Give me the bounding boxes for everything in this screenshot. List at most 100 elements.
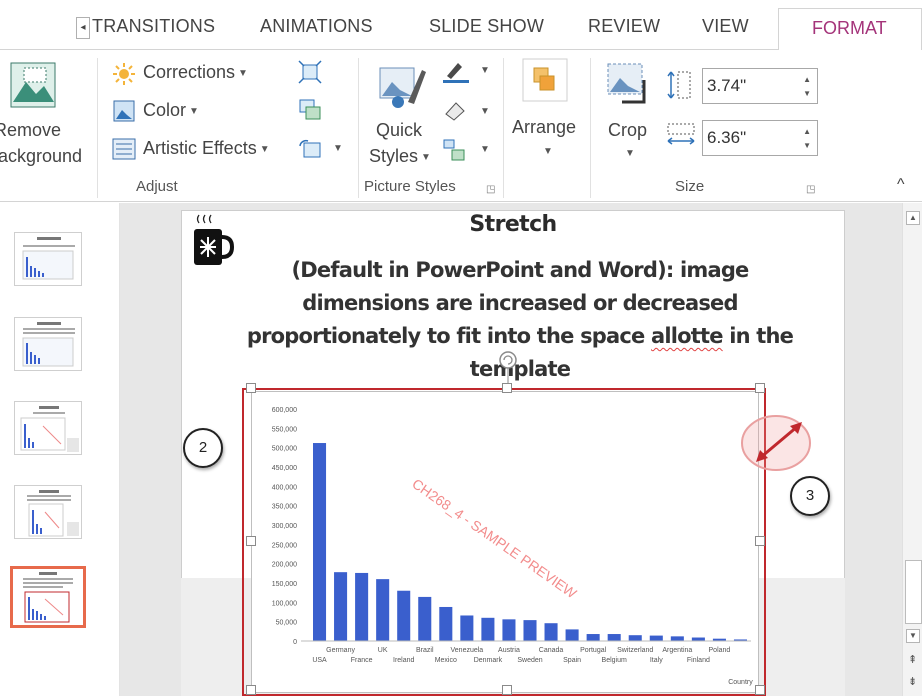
tab-review[interactable]: REVIEW [588,16,660,37]
chart-bar [649,635,663,641]
resize-handle-top-right[interactable] [755,383,765,393]
tab-format-label: FORMAT [812,18,887,38]
tab-scroll-left-button[interactable]: ◂ [76,17,90,39]
spinner-up-icon[interactable]: ▲ [803,127,811,136]
change-picture-icon[interactable] [298,98,322,122]
chart-bar [355,572,369,641]
x-tick-label: UK [378,647,388,654]
y-tick-label: 0 [293,639,297,646]
resize-handle-bottom-left[interactable] [246,685,256,695]
color-label: Color [143,100,187,120]
size-group-label: Size [675,178,705,195]
sample-preview-watermark: CH268_4 - SAMPLE PREVIEW [409,475,580,601]
chart-bar [628,635,642,641]
chevron-down-icon: ▼ [480,65,490,76]
chart-bar [481,617,495,641]
y-tick-label: 550,000 [272,426,297,433]
picture-layout-icon [443,139,465,161]
slide-thumbnail-preview [22,237,75,280]
resize-handle-right[interactable] [755,536,765,546]
tab-slide-show[interactable]: SLIDE SHOW [429,16,544,37]
slide-thumbnail[interactable] [14,401,82,455]
tab-view[interactable]: VIEW [702,16,749,37]
compress-pictures-icon[interactable] [298,60,322,84]
bar-chart: 0 50,000 100,000 150,000 200,000 250,000 300,0… [272,407,754,686]
arrange-icon [522,58,568,102]
callout-number-2: 2 [183,428,223,468]
slide-thumbnail-pane [0,203,120,696]
dialog-launcher-icon[interactable]: ◳ [806,184,815,195]
quick-styles-icon [379,67,426,108]
dialog-launcher-icon[interactable]: ◳ [486,184,495,195]
slide-body-text[interactable]: (Default in PowerPoint and Word): image … [225,254,815,386]
chevron-down-icon: ▼ [625,148,635,159]
resize-handle-bottom[interactable] [502,685,512,695]
chart-bar [586,634,600,641]
x-tick-label: France [351,657,373,664]
slide-thumbnail[interactable] [14,232,82,286]
slide-thumbnail-preview [27,490,79,537]
y-tick-label: 400,000 [272,484,297,491]
y-tick-label: 150,000 [272,581,297,588]
remove-background-label-2: Background [0,146,83,166]
resize-handle-top[interactable] [502,383,512,393]
slide-thumbnail[interactable] [14,485,82,539]
y-tick-label: 250,000 [272,542,297,549]
chevron-down-icon: ▼ [480,144,490,155]
spinner-up-icon[interactable]: ▲ [803,75,811,84]
adjust-group-label: Adjust [136,178,178,195]
scrollbar-thumb[interactable] [905,560,922,624]
shape-height-value: 3.74" [707,76,747,95]
crop-icon [607,63,646,104]
chart-bar [523,620,537,641]
slide-title[interactable]: Stretch [181,212,845,237]
reset-picture-icon [299,139,321,158]
corrections-label: Corrections [143,62,236,82]
scroll-up-icon[interactable]: ▲ [906,211,920,225]
resize-handle-bottom-right[interactable] [755,685,765,695]
next-slide-icon[interactable]: ⇟ [908,677,917,688]
slide-thumbnail-preview [20,406,79,452]
slide-thumbnail-selected[interactable] [10,566,86,628]
spinner-down-icon[interactable]: ▼ [803,89,811,98]
chart-bar [376,579,390,641]
picture-styles-group-label: Picture Styles [364,178,456,195]
x-tick-label: Belgium [602,657,627,664]
resize-handle-left[interactable] [246,536,256,546]
tab-animations[interactable]: ANIMATIONS [260,16,373,37]
chart-bar [565,629,579,641]
spinner-down-icon[interactable]: ▼ [803,141,811,150]
shape-height-icon [667,71,691,99]
chevron-down-icon: ▼ [480,106,490,117]
group-separator [590,58,591,198]
y-tick-label: 200,000 [272,562,297,569]
shape-width-input[interactable]: 6.36" ▲ ▼ [702,120,818,156]
x-tick-label: Germany [326,647,355,654]
x-tick-label: Canada [539,647,564,654]
x-tick-label: Austria [498,647,520,654]
scroll-down-icon[interactable]: ▼ [906,629,920,643]
tab-format[interactable]: FORMAT [778,8,922,51]
x-tick-label: Switzerland [617,647,653,654]
collapse-ribbon-icon[interactable]: ^ [897,176,905,194]
color-picture-icon [113,100,135,122]
x-tick-label: Italy [650,657,663,664]
remove-background-label-1: Remove [0,120,62,140]
vertical-scrollbar[interactable]: ▲ ▼ ⇞ ⇟ [902,203,922,696]
x-axis-tick-labels: USA Germany France UK IrelandBrazilMexico Ven… [312,647,753,686]
arrange-label: Arrange [512,117,577,137]
previous-slide-icon[interactable]: ⇞ [908,655,917,666]
shape-height-input[interactable]: 3.74" ▲ ▼ [702,68,818,104]
x-tick-label: Portugal [580,647,607,654]
sun-icon [113,63,135,85]
y-tick-label: 600,000 [272,407,297,414]
crop-label: Crop [608,120,648,140]
chart-bar [607,634,621,641]
tab-transitions[interactable]: TRANSITIONS [92,16,215,37]
slide-thumbnail[interactable] [14,317,82,371]
x-tick-label: Country [728,679,753,686]
slide-thumbnail-preview [22,322,75,367]
chevron-down-icon: ▼ [189,105,199,117]
resize-handle-top-left[interactable] [246,383,256,393]
chart-bar [502,619,516,641]
